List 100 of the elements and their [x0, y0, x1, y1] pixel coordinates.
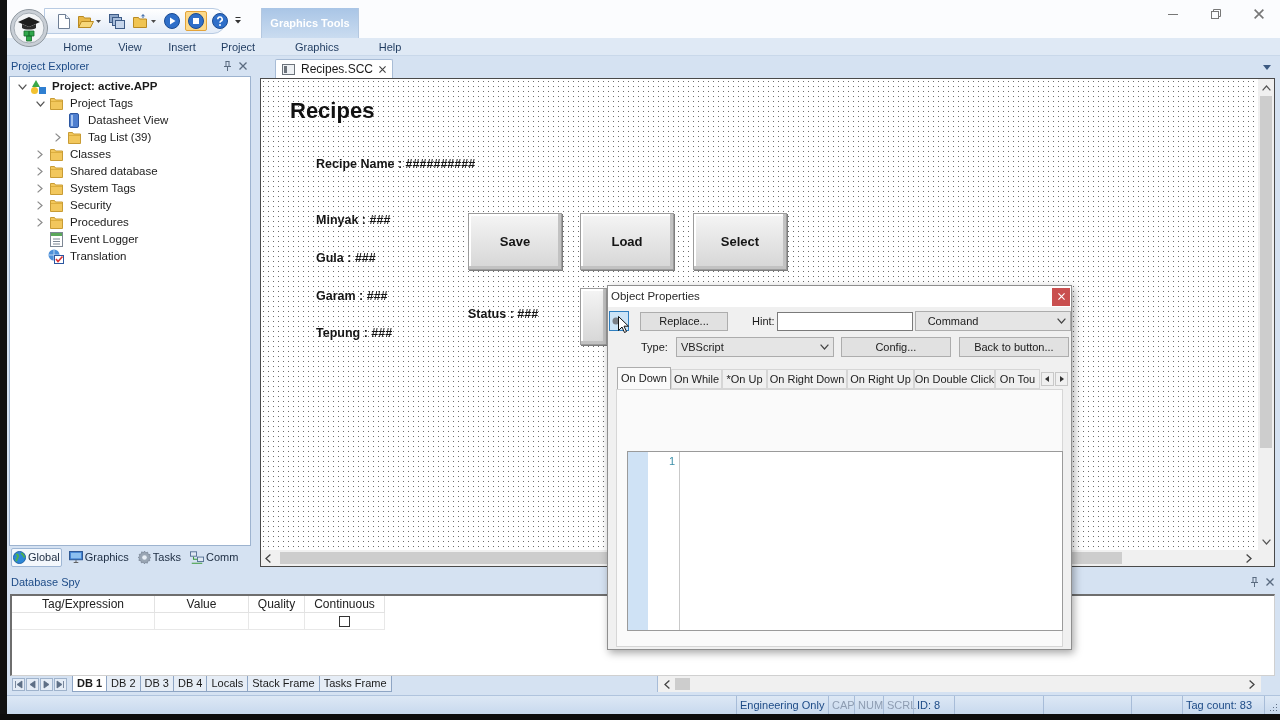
globe-check-icon — [48, 249, 64, 264]
chevron-left-icon[interactable] — [664, 679, 670, 689]
close-icon[interactable] — [1253, 9, 1264, 19]
folder-icon — [49, 182, 63, 195]
first-page-icon[interactable] — [12, 678, 25, 691]
bevel-button[interactable]: Select — [693, 213, 787, 270]
ribbon-tab[interactable]: Insert — [160, 38, 204, 56]
resize-grip-icon[interactable] — [1269, 703, 1278, 712]
status-text: ID: 8 — [917, 697, 941, 713]
scroll-left-icon[interactable] — [1041, 372, 1054, 386]
panel-tab[interactable]: Tasks — [135, 547, 183, 567]
action-dropdown[interactable]: Command — [914, 311, 1071, 331]
column-header[interactable]: Value — [155, 596, 249, 613]
stacked-windows-icon — [109, 13, 125, 29]
event-tab[interactable]: On Double Click — [914, 369, 995, 389]
chevron-right-icon[interactable] — [1249, 679, 1255, 689]
column-header[interactable]: Continuous — [305, 596, 385, 613]
chevron-down-icon[interactable] — [1261, 539, 1271, 545]
scroll-right-icon[interactable] — [1055, 372, 1068, 386]
sheet-tab[interactable]: Locals — [206, 676, 249, 692]
pin-icon[interactable] — [224, 61, 231, 71]
globe-icon — [13, 550, 26, 564]
bevel-button[interactable]: Save — [468, 213, 562, 270]
chevron-left-icon[interactable] — [265, 553, 271, 563]
help-icon — [212, 13, 228, 29]
column-header[interactable]: Tag/Expression — [12, 596, 155, 613]
network-icon — [189, 550, 204, 564]
tree-item[interactable]: Translation — [70, 249, 127, 264]
bevel-button[interactable]: Load — [580, 213, 674, 270]
field-label: Gula : ### — [316, 250, 376, 266]
customize-toolbar-button[interactable] — [235, 16, 241, 24]
next-icon[interactable] — [40, 678, 53, 691]
tree-item[interactable]: Datasheet View — [88, 113, 169, 128]
tree-item[interactable]: Project: active.APP — [52, 79, 158, 94]
ribbon-tab[interactable]: Graphics — [268, 38, 366, 56]
document-tab[interactable]: Recipes.SCC — [275, 59, 394, 78]
event-tab[interactable]: On Down — [617, 367, 671, 389]
vertical-scrollbar[interactable] — [1258, 79, 1274, 550]
close-icon[interactable] — [379, 65, 387, 73]
ribbon-tab[interactable]: Help — [370, 38, 410, 56]
help-button[interactable] — [209, 11, 231, 31]
checkbox[interactable] — [339, 615, 350, 627]
new-document-icon — [58, 13, 70, 29]
horizontal-scrollbar[interactable] — [657, 676, 1261, 692]
sheet-tab[interactable]: Stack Frame — [247, 676, 320, 692]
tree-item[interactable]: Project Tags — [70, 96, 134, 111]
hint-input[interactable] — [776, 311, 913, 331]
gear-icon — [137, 550, 151, 564]
sheet-tab[interactable]: DB 1 — [72, 676, 108, 692]
panel-tab[interactable]: Graphics — [66, 547, 131, 567]
stacked-windows-button[interactable] — [106, 11, 128, 31]
folder-arrow-button[interactable] — [130, 11, 159, 31]
list-document-icon — [49, 232, 63, 247]
app-logo-icon[interactable] — [10, 9, 48, 47]
tree-item[interactable]: System Tags — [70, 181, 136, 196]
close-icon[interactable] — [239, 62, 247, 70]
tree-item[interactable]: Event Logger — [70, 232, 139, 247]
play-button[interactable] — [161, 11, 183, 31]
panel-tab[interactable]: Global — [11, 547, 62, 567]
status-text: NUM — [858, 697, 884, 713]
type-dropdown[interactable]: VBScript — [675, 337, 834, 357]
dropdown-arrow-icon[interactable] — [1263, 64, 1271, 70]
tree-item[interactable]: Tag List (39) — [88, 130, 152, 145]
chevron-down-icon[interactable] — [17, 83, 27, 90]
stop-button[interactable] — [185, 11, 207, 31]
chevron-up-icon[interactable] — [1261, 85, 1271, 91]
ribbon-tab[interactable]: Home — [56, 38, 100, 56]
tree-item[interactable]: Security — [70, 198, 112, 213]
column-header[interactable]: Quality — [249, 596, 305, 613]
panel-tab[interactable]: Comm — [187, 547, 241, 567]
stop-icon — [188, 13, 204, 29]
code-editor[interactable]: 1 — [627, 451, 1063, 631]
event-tab[interactable]: On Tou — [995, 369, 1040, 389]
back-to-button-button[interactable]: Back to button... — [958, 337, 1069, 357]
last-page-icon[interactable] — [54, 678, 67, 691]
event-tab[interactable]: On Right Up — [847, 369, 914, 389]
pin-icon[interactable] — [1251, 577, 1258, 587]
ribbon-tab[interactable]: Project — [212, 38, 264, 56]
tree-item[interactable]: Shared database — [70, 164, 158, 179]
status-text: SCRL — [887, 697, 917, 713]
event-tab[interactable]: On While — [671, 369, 722, 389]
chevron-right-icon[interactable] — [1246, 553, 1252, 563]
screen-title: Recipes — [290, 98, 375, 124]
tree-item[interactable]: Procedures — [70, 215, 129, 230]
sheet-tab[interactable]: DB 4 — [173, 676, 208, 692]
tree-item[interactable]: Classes — [70, 147, 111, 162]
sheet-icon — [69, 113, 79, 128]
event-tab[interactable]: On Right Down — [767, 369, 847, 389]
chevron-down-icon[interactable] — [35, 100, 45, 107]
new-document-button[interactable] — [55, 11, 73, 31]
config-button[interactable]: Config... — [840, 337, 951, 357]
sheet-tab[interactable]: Tasks Frame — [318, 676, 392, 692]
close-button[interactable] — [1052, 287, 1070, 306]
close-icon[interactable] — [1266, 578, 1274, 586]
sheet-tab[interactable]: DB 2 — [106, 676, 141, 692]
ribbon-tab[interactable]: View — [110, 38, 150, 56]
shapes-icon — [30, 79, 46, 94]
replace-button[interactable]: Replace... — [640, 311, 728, 331]
event-tab[interactable]: *On Up — [722, 369, 767, 389]
previous-icon[interactable] — [26, 678, 39, 691]
